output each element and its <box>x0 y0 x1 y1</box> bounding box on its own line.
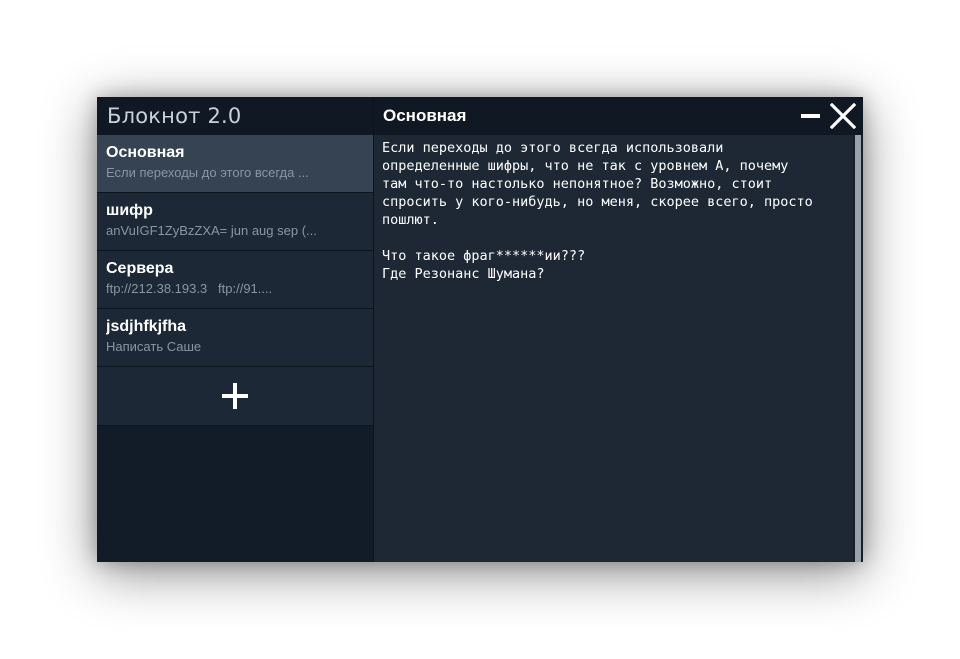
plus-icon <box>222 383 248 409</box>
minimize-icon <box>801 114 820 118</box>
note-preview: anVuIGF1ZyBzZXA= jun aug sep (... <box>106 223 317 238</box>
close-button[interactable] <box>830 103 856 129</box>
note-preview: Если переходы до этого всегда ... <box>106 165 309 180</box>
minimize-button[interactable] <box>800 105 822 127</box>
note-preview: Написать Саше <box>106 339 202 354</box>
add-note-button[interactable] <box>97 367 373 426</box>
note-title: Основная <box>106 144 185 161</box>
note-editor[interactable]: Если переходы до этого всегда использова… <box>374 135 853 562</box>
note-heading: Основная <box>383 106 467 125</box>
editor-header: Основная <box>374 97 863 135</box>
note-list: Основная Если переходы до этого всегда .… <box>97 135 373 367</box>
note-title: Сервера <box>106 260 174 277</box>
note-content[interactable]: Если переходы до этого всегда использова… <box>382 139 845 283</box>
notepad-window: Блокнот 2.0 Основная Если переходы до эт… <box>97 97 863 562</box>
note-item-main[interactable]: Основная Если переходы до этого всегда .… <box>97 135 373 193</box>
close-icon <box>830 103 856 129</box>
note-preview: ftp://212.38.193.3 ftp://91.... <box>106 281 273 296</box>
notes-sidebar: Блокнот 2.0 Основная Если переходы до эт… <box>97 97 374 562</box>
note-title: шифр <box>106 202 153 219</box>
note-item-servers[interactable]: Сервера ftp://212.38.193.3 ftp://91.... <box>97 251 373 309</box>
note-title: jsdjhfkjfha <box>106 318 187 335</box>
note-item-cipher[interactable]: шифр anVuIGF1ZyBzZXA= jun aug sep (... <box>97 193 373 251</box>
scrollbar-thumb[interactable] <box>855 135 861 562</box>
editor-scrollbar[interactable] <box>853 135 863 562</box>
app-title: Блокнот 2.0 <box>97 97 373 135</box>
note-item-jsdjhfkjfha[interactable]: jsdjhfkjfha Написать Саше <box>97 309 373 367</box>
